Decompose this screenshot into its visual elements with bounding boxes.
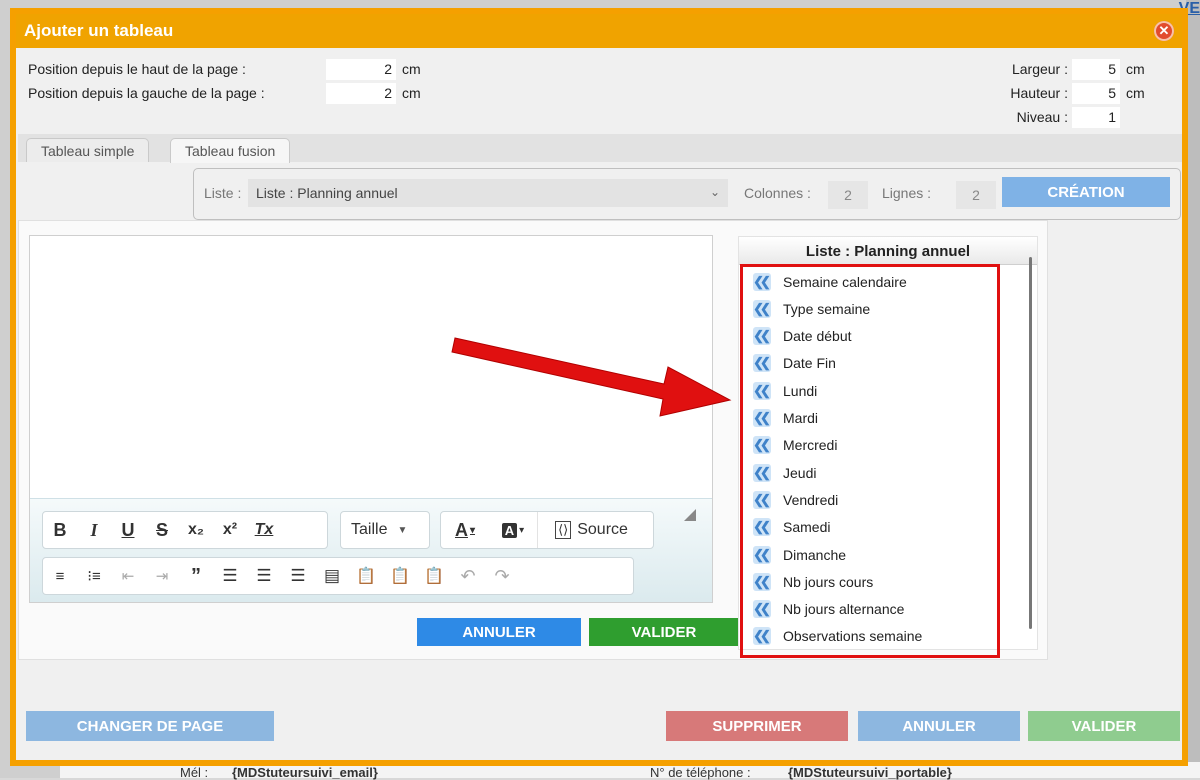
red-arrow-icon	[451, 337, 732, 417]
annotation-arrow-layer	[451, 337, 732, 417]
